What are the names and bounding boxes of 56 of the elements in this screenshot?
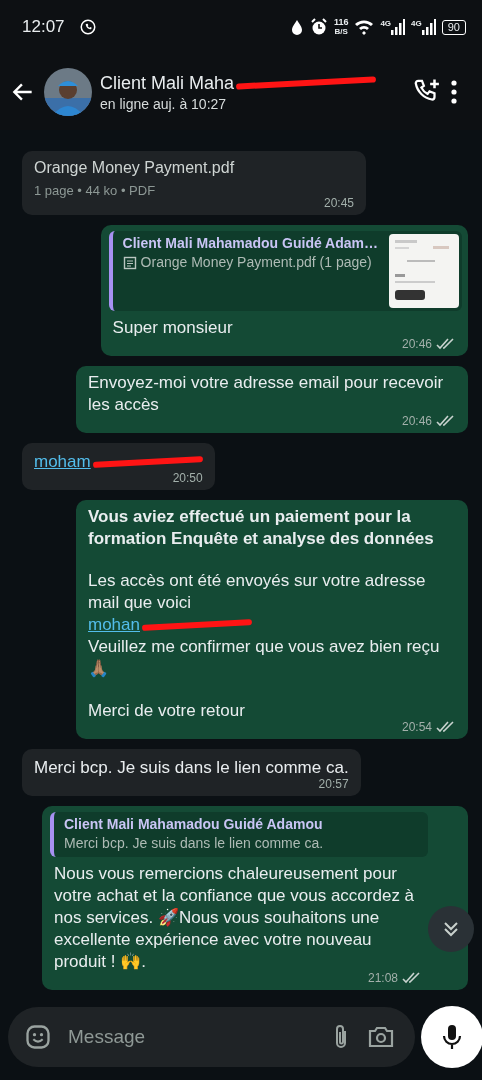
email-link[interactable]: mohan: [88, 614, 140, 636]
network-type: 4G: [380, 19, 392, 28]
camera-icon[interactable]: [367, 1024, 395, 1050]
quote-author: Client Mali Mahamadou Guidé Adamou: [64, 816, 324, 832]
message-time: 20:54: [401, 720, 432, 734]
chevrons-down-icon: [441, 919, 461, 939]
battery-indicator: 90: [441, 19, 466, 35]
message-text: Vous aviez effectué un paiement pour la formation Enquête et analyse des données: [88, 506, 435, 550]
checkmarks-icon: [436, 415, 456, 427]
message-input[interactable]: Message: [66, 1025, 315, 1049]
last-seen-status: en ligne auj. à 10:27: [100, 95, 228, 112]
message-bubble[interactable]: Client Mali Mahamadou Guidé Adam… Orange Money Payment.pdf (1 page) Super monsieur 20:46: [100, 225, 468, 356]
quoted-message[interactable]: Client Mali Mahamadou Guidé Adam… Orange Money Payment.pdf (1 page): [108, 231, 462, 311]
quote-text: Merci bcp. Je suis dans le lien comme ca.: [64, 835, 324, 851]
checkmarks-icon: [402, 972, 422, 984]
chat-app-icon: [78, 18, 97, 36]
message-text: Merci de votre retour: [88, 700, 246, 722]
alarm-icon: [309, 18, 328, 36]
message-text: Super monsieur: [112, 317, 234, 339]
message-time: 20:45: [323, 196, 354, 210]
message-bubble[interactable]: Envoyez-moi votre adresse email pour recevoir les accès 20:46: [76, 366, 468, 433]
message-text: Merci bcp. Je suis dans le lien comme ca.: [34, 757, 349, 779]
quoted-message[interactable]: Client Mali Mahamadou Guidé Adamou Merci bcp. Je suis dans le lien comme ca.: [50, 812, 428, 857]
message-time: 20:46: [401, 414, 432, 428]
signal-icon: [391, 19, 406, 35]
wifi-icon: [354, 19, 375, 35]
microphone-icon: [441, 1023, 463, 1051]
message-text: Les accès ont été envoyés sur votre adresse mail que voici: [88, 570, 427, 614]
checkmarks-icon: [436, 338, 456, 350]
menu-icon[interactable]: [450, 79, 458, 105]
message-bubble[interactable]: Orange Money Payment.pdf 1 page • 44 ko • PDF 20:45: [22, 151, 366, 215]
document-meta: 1 page • 44 ko • PDF: [34, 183, 157, 198]
message-bubble[interactable]: [76, 500, 468, 739]
message-text: Envoyez-moi votre adresse email pour recevoir les accès: [88, 372, 445, 416]
message-text: Veuillez me confirmer que vous avez bien reçu 🙏🏽: [88, 636, 441, 680]
message-time: 20:57: [318, 777, 349, 791]
message-time: 20:46: [401, 337, 432, 351]
message-bubble[interactable]: moham 20:50: [22, 443, 215, 490]
email-link[interactable]: moham: [34, 451, 91, 473]
speed-value: 116: [333, 18, 349, 27]
network-type: 4G: [411, 19, 422, 28]
status-time: 12:07: [22, 17, 65, 37]
message-bubble[interactable]: Merci bcp. Je suis dans le lien comme ca. 20:57: [22, 749, 361, 796]
speed-unit: B/S: [334, 27, 348, 36]
sticker-icon[interactable]: [24, 1023, 52, 1051]
checkmarks-icon: [436, 721, 456, 733]
document-name: Orange Money Payment.pdf: [34, 159, 236, 177]
message-time: 20:50: [172, 471, 203, 485]
message-bubble[interactable]: [42, 806, 468, 990]
quote-author: Client Mali Mahamadou Guidé Adam…: [122, 235, 378, 251]
quote-text: Orange Money Payment.pdf (1 page): [140, 254, 372, 270]
message-time: 21:08: [367, 971, 398, 985]
drop-icon: [289, 19, 304, 35]
signal-icon: [421, 19, 436, 35]
contact-name[interactable]: Client Mali Maha: [100, 72, 235, 94]
message-text: Nous vous remercions chaleureusement pour votre achat et la confiance que vous accordez à nos services. 🚀Nous vous souhaitons une excellente expérience avec votre nouveau produit ! 🙌.: [54, 863, 416, 973]
